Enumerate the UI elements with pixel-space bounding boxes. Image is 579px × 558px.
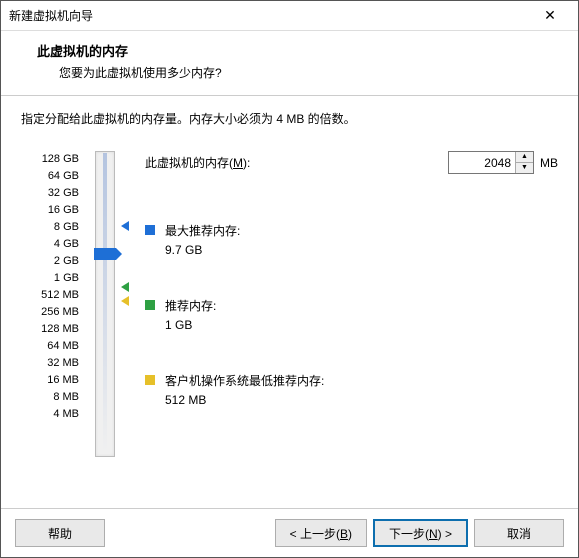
wizard-header: 此虚拟机的内存 您要为此虚拟机使用多少内存? (1, 31, 578, 96)
max-value: 9.7 GB (165, 243, 240, 257)
next-prefix: 下一步( (389, 527, 429, 541)
next-suffix: ) > (438, 527, 452, 541)
rec-label: 推荐内存: (165, 297, 216, 314)
min-recommended: 客户机操作系统最低推荐内存: 512 MB (145, 372, 558, 407)
tick-label: 512 MB (21, 287, 79, 304)
tick-label: 64 GB (21, 168, 79, 185)
back-button[interactable]: < 上一步(B) (275, 519, 367, 547)
cancel-button[interactable]: 取消 (474, 519, 564, 547)
wizard-body: 指定分配给此虚拟机的内存量。内存大小必须为 4 MB 的倍数。 128 GB 6… (1, 96, 578, 508)
memory-label-key: M (233, 156, 243, 170)
square-yellow-icon (145, 375, 155, 385)
next-button[interactable]: 下一步(N) > (373, 519, 468, 547)
slider-gradient (103, 153, 107, 453)
memory-config-row: 128 GB 64 GB 32 GB 16 GB 8 GB 4 GB 2 GB … (21, 151, 558, 498)
info-column: 此虚拟机的内存(M): ▲ ▼ MB (139, 151, 558, 498)
spin-buttons: ▲ ▼ (515, 152, 533, 173)
titlebar: 新建虚拟机向导 ✕ (1, 1, 578, 31)
max-recommended: 最大推荐内存: 9.7 GB (145, 222, 558, 257)
memory-slider[interactable] (81, 151, 137, 498)
tick-label: 8 MB (21, 389, 79, 406)
memory-input-wrap: ▲ ▼ MB (448, 151, 558, 174)
rec-text: 推荐内存: 1 GB (165, 297, 216, 332)
tick-labels: 128 GB 64 GB 32 GB 16 GB 8 GB 4 GB 2 GB … (21, 151, 79, 498)
memory-input[interactable] (449, 152, 515, 173)
min-label: 客户机操作系统最低推荐内存: (165, 372, 324, 389)
back-prefix: < 上一步( (290, 527, 340, 541)
tick-label: 4 MB (21, 406, 79, 423)
tick-label: 128 MB (21, 321, 79, 338)
min-value: 512 MB (165, 393, 324, 407)
tick-label: 32 GB (21, 185, 79, 202)
footer-right: < 上一步(B) 下一步(N) > 取消 (275, 519, 564, 547)
max-text: 最大推荐内存: 9.7 GB (165, 222, 240, 257)
next-key: N (429, 527, 438, 541)
tick-label: 128 GB (21, 151, 79, 168)
marker-max-icon (121, 221, 129, 231)
slider-thumb[interactable] (94, 248, 116, 260)
spin-up-icon[interactable]: ▲ (516, 152, 533, 163)
max-label: 最大推荐内存: (165, 222, 240, 239)
close-icon[interactable]: ✕ (530, 2, 570, 30)
spin-down-icon[interactable]: ▼ (516, 163, 533, 173)
memory-label-suffix: ): (243, 156, 250, 170)
memory-label: 此虚拟机的内存(M): (145, 154, 250, 171)
description: 指定分配给此虚拟机的内存量。内存大小必须为 4 MB 的倍数。 (21, 110, 558, 127)
wizard-footer: 帮助 < 上一步(B) 下一步(N) > 取消 (1, 508, 578, 557)
window-title: 新建虚拟机向导 (9, 7, 93, 24)
tick-label: 8 GB (21, 219, 79, 236)
square-blue-icon (145, 225, 155, 235)
memory-input-row: 此虚拟机的内存(M): ▲ ▼ MB (145, 151, 558, 174)
memory-spinbox: ▲ ▼ (448, 151, 534, 174)
tick-label: 64 MB (21, 338, 79, 355)
square-green-icon (145, 300, 155, 310)
recommended: 推荐内存: 1 GB (145, 297, 558, 332)
wizard-window: 新建虚拟机向导 ✕ 此虚拟机的内存 您要为此虚拟机使用多少内存? 指定分配给此虚… (0, 0, 579, 558)
marker-rec-icon (121, 282, 129, 292)
memory-unit: MB (540, 156, 558, 170)
tick-label: 4 GB (21, 236, 79, 253)
tick-label: 1 GB (21, 270, 79, 287)
page-title: 此虚拟机的内存 (37, 41, 558, 60)
min-text: 客户机操作系统最低推荐内存: 512 MB (165, 372, 324, 407)
help-button[interactable]: 帮助 (15, 519, 105, 547)
back-key: B (340, 527, 348, 541)
rec-value: 1 GB (165, 318, 216, 332)
page-subtitle: 您要为此虚拟机使用多少内存? (59, 64, 558, 81)
back-suffix: ) (348, 527, 352, 541)
tick-label: 16 GB (21, 202, 79, 219)
tick-label: 2 GB (21, 253, 79, 270)
tick-label: 16 MB (21, 372, 79, 389)
memory-label-prefix: 此虚拟机的内存( (145, 156, 233, 170)
tick-label: 32 MB (21, 355, 79, 372)
tick-label: 256 MB (21, 304, 79, 321)
marker-min-icon (121, 296, 129, 306)
